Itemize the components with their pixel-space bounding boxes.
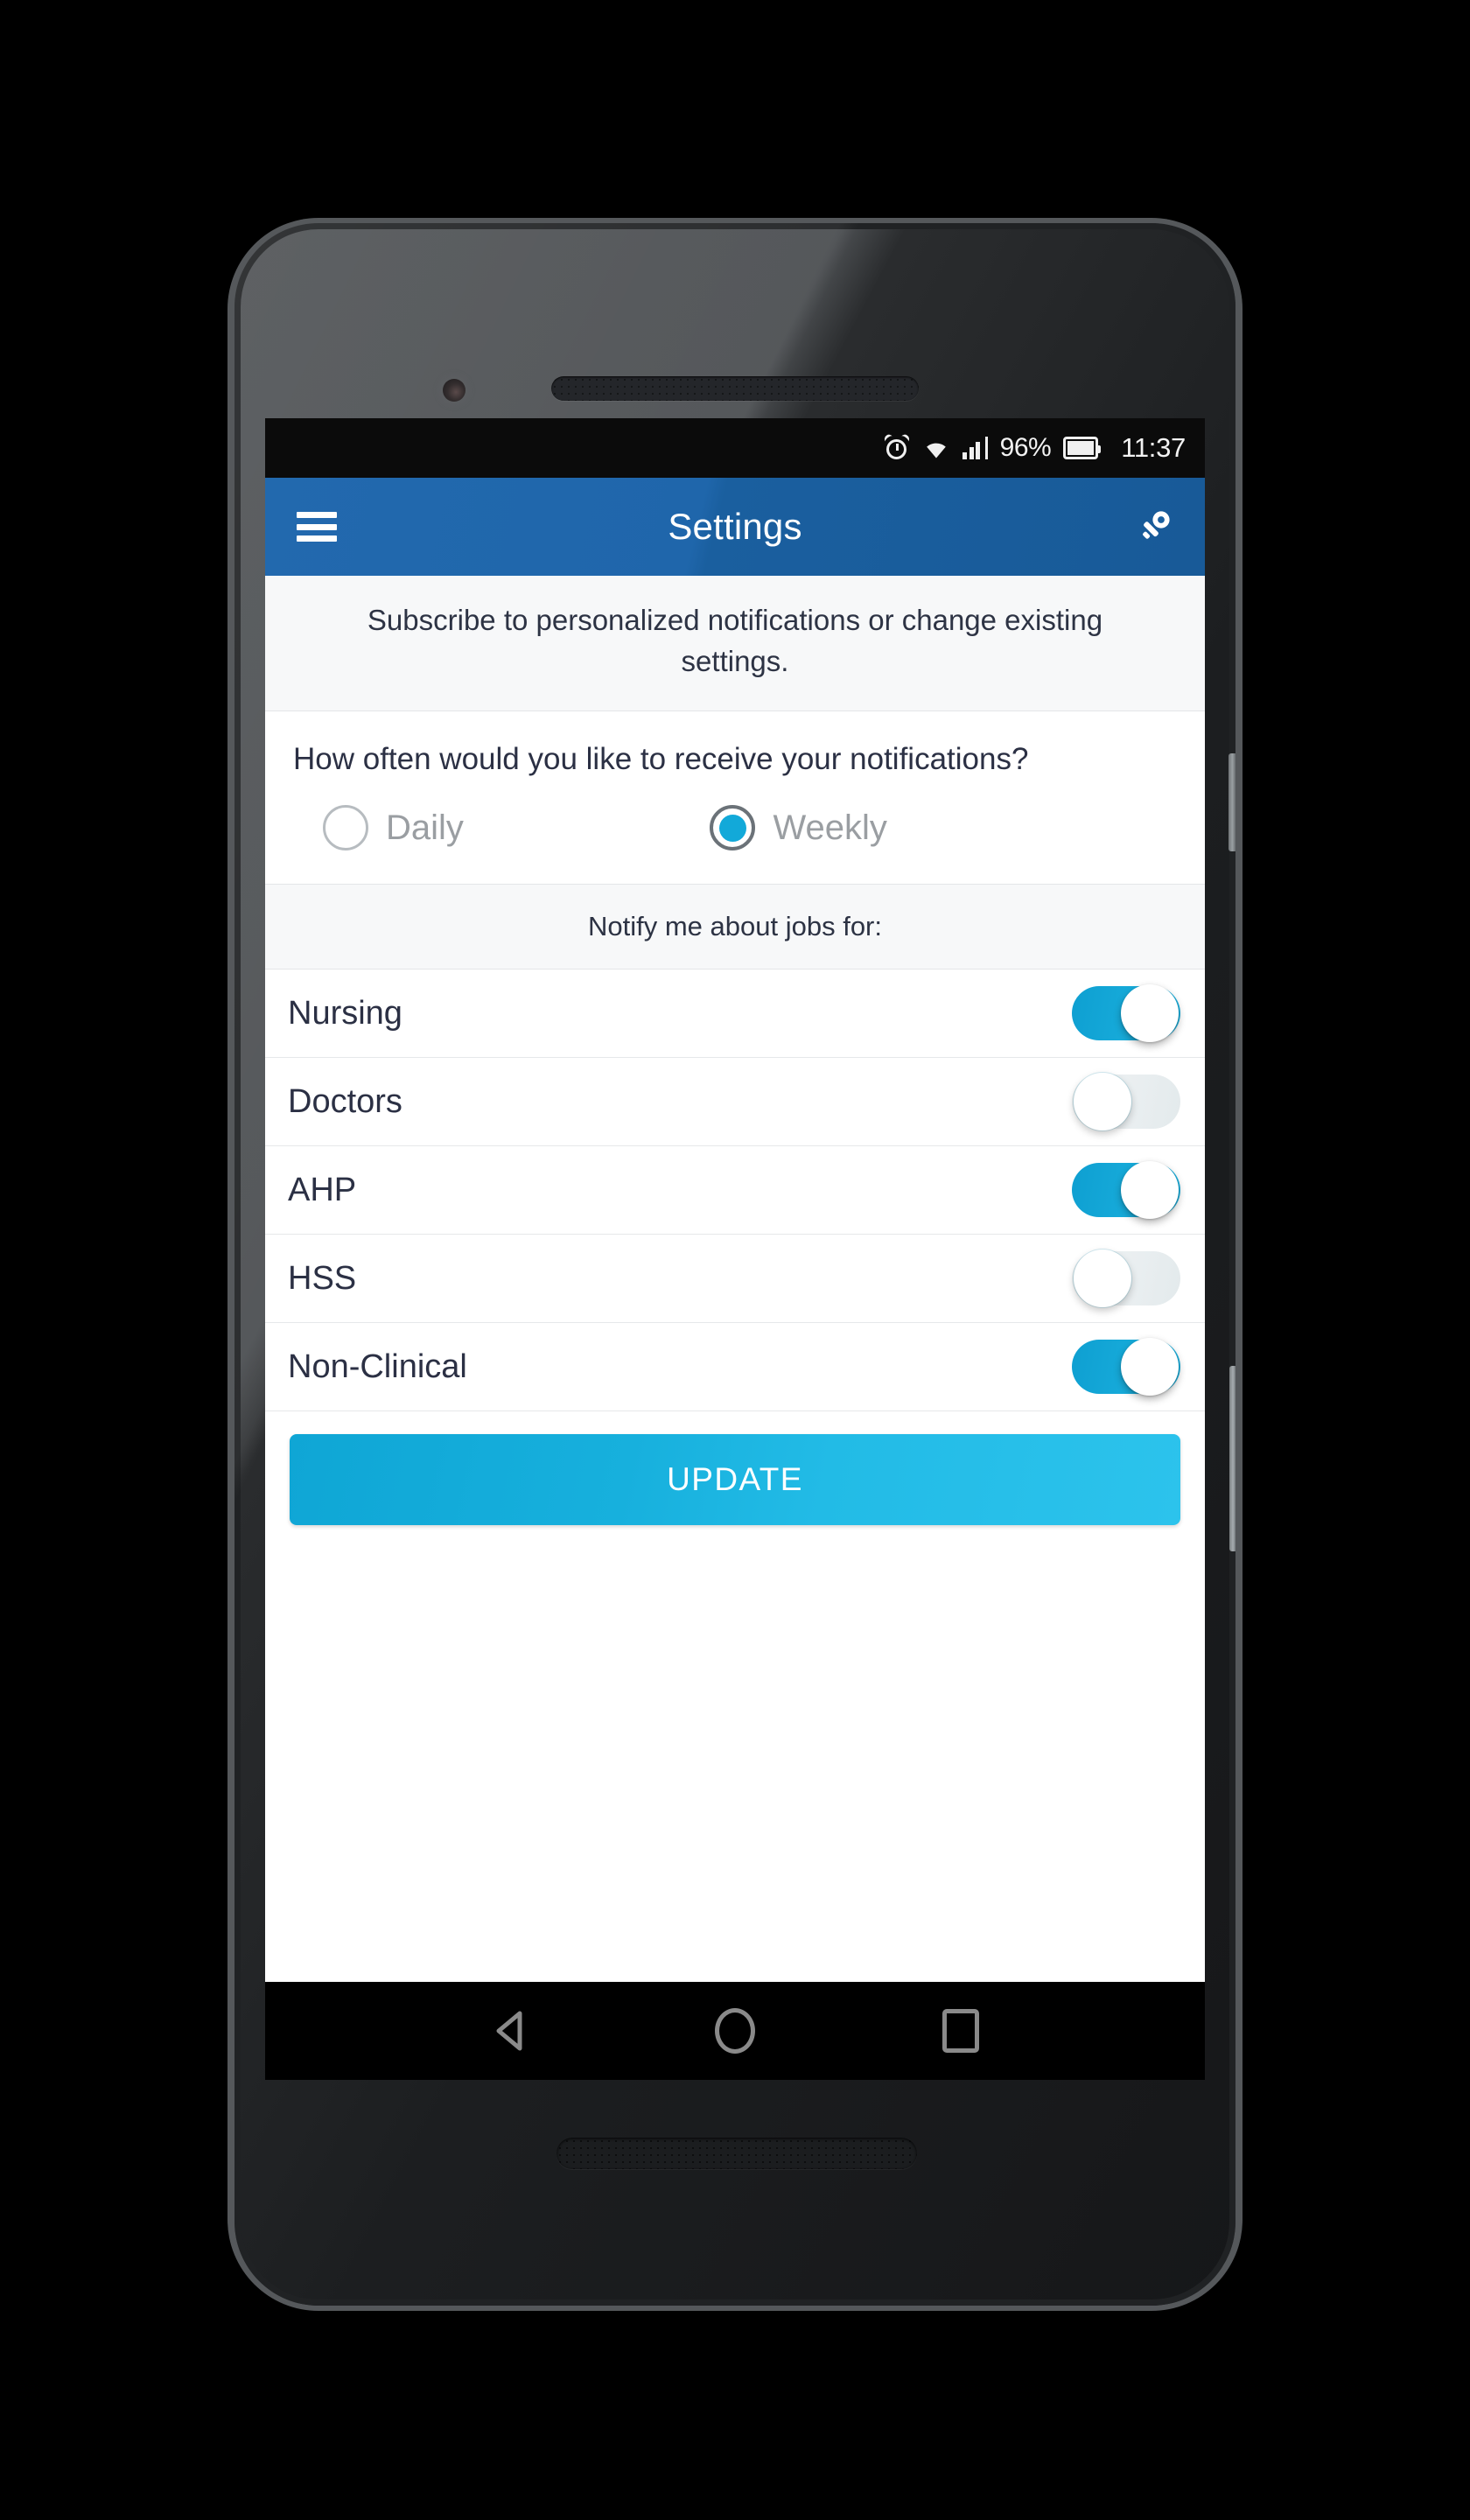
toggle-switch-nursing[interactable] [1072, 984, 1180, 1043]
radio-ring-daily [323, 805, 368, 851]
signal-bars-icon [962, 437, 988, 459]
toggle-switch-doctors[interactable] [1072, 1073, 1180, 1131]
toggle-switch-ahp[interactable] [1072, 1161, 1180, 1220]
volume-rocker-button[interactable] [1229, 1366, 1236, 1551]
radio-option-daily[interactable]: Daily [291, 805, 699, 851]
frequency-radio-group: Daily Weekly [291, 789, 1179, 854]
toggle-knob [1121, 1338, 1179, 1396]
recents-square-icon[interactable] [934, 2004, 988, 2058]
intro-note-section: Subscribe to personalized notifications … [265, 576, 1205, 711]
back-triangle-icon[interactable] [482, 2004, 536, 2058]
toggle-knob [1074, 1250, 1131, 1308]
hamburger-menu-icon[interactable] [297, 512, 337, 542]
phone-screen: 96% 11:37 Settings Subscribe to personal… [265, 418, 1205, 2080]
front-camera [443, 379, 466, 402]
toggle-label-hss: HSS [288, 1259, 357, 1297]
toggle-switch-non-clinical[interactable] [1072, 1338, 1180, 1396]
bottom-speaker-grille [556, 2138, 917, 2169]
toggle-row-doctors[interactable]: Doctors [265, 1058, 1205, 1147]
radio-label-weekly: Weekly [773, 808, 887, 847]
status-bar: 96% 11:37 [265, 418, 1205, 478]
radio-ring-weekly [710, 805, 756, 851]
toggle-switch-hss[interactable] [1072, 1250, 1180, 1308]
toggle-knob [1121, 984, 1179, 1043]
clock-label: 11:37 [1121, 432, 1186, 463]
toggle-row-hss[interactable]: HSS [265, 1235, 1205, 1324]
toggle-label-non-clinical: Non-Clinical [288, 1348, 467, 1385]
toggle-label-doctors: Doctors [288, 1082, 402, 1120]
content-bottom-filler [265, 1555, 1205, 1578]
android-navigation-bar [265, 1982, 1205, 2080]
wifi-icon [922, 437, 950, 459]
frequency-section: How often would you like to receive your… [265, 710, 1205, 886]
jobs-section-header-text: Notify me about jobs for: [588, 911, 882, 942]
update-button[interactable]: UPDATE [290, 1434, 1180, 1526]
status-bar-icons: 96% 11:37 [883, 432, 1186, 464]
radio-label-daily: Daily [386, 808, 464, 847]
battery-icon [1063, 437, 1102, 459]
toggle-knob [1121, 1161, 1179, 1220]
intro-note-text: Subscribe to personalized notifications … [367, 604, 1103, 677]
page-title: Settings [668, 506, 802, 547]
toggle-label-ahp: AHP [288, 1171, 357, 1208]
radio-option-weekly[interactable]: Weekly [699, 805, 887, 851]
earpiece-speaker [551, 376, 919, 401]
toggle-label-nursing: Nursing [288, 994, 402, 1032]
frequency-question-label: How often would you like to receive your… [293, 741, 1029, 776]
phone-device: 96% 11:37 Settings Subscribe to personal… [228, 218, 1242, 2311]
toggle-row-ahp[interactable]: AHP [265, 1146, 1205, 1236]
key-icon[interactable] [1130, 502, 1179, 551]
device-body: 96% 11:37 Settings Subscribe to personal… [234, 223, 1236, 2306]
radio-dot-weekly [718, 814, 746, 842]
toggle-knob [1074, 1073, 1131, 1131]
jobs-section-header: Notify me about jobs for: [265, 885, 1205, 970]
toggle-row-non-clinical[interactable]: Non-Clinical [265, 1323, 1205, 1412]
home-circle-icon[interactable] [708, 2004, 762, 2058]
toggle-row-nursing[interactable]: Nursing [265, 970, 1205, 1059]
alarm-icon [883, 432, 912, 461]
app-bar: Settings [265, 478, 1205, 576]
battery-percent-label: 96% [999, 433, 1052, 462]
power-button[interactable] [1228, 753, 1236, 851]
update-button-container: UPDATE [265, 1411, 1205, 1556]
